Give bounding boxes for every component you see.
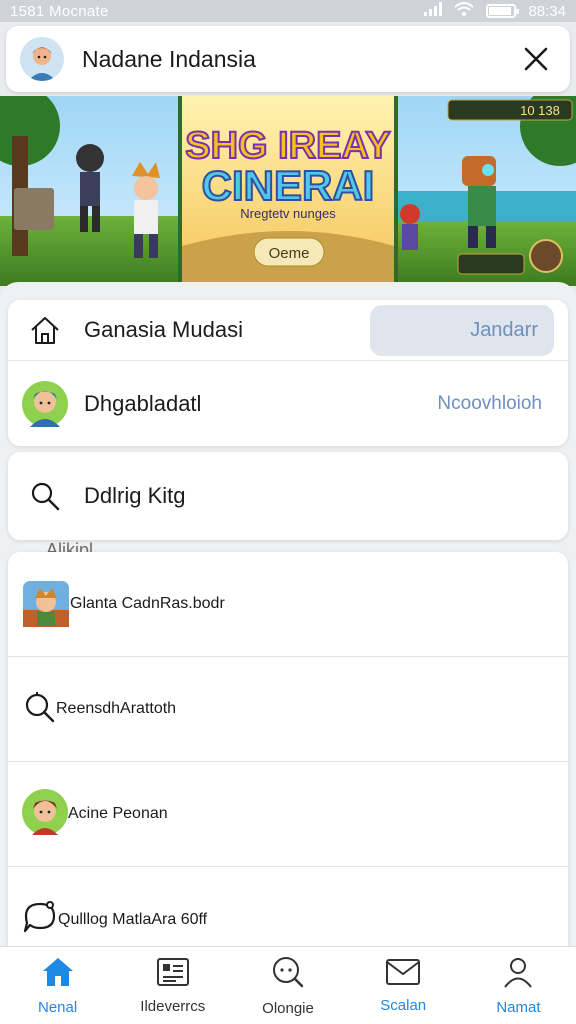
person-icon — [502, 956, 534, 993]
avatar-icon — [22, 380, 68, 427]
home-row-label: Ganasia Mudasi — [84, 317, 243, 342]
profile-row[interactable]: Dhgabladatl Ncoovhloioh — [8, 361, 568, 446]
profile-row-label: Dhgabladatl — [84, 390, 202, 416]
game-avatar-icon — [22, 580, 70, 628]
status-time: 1581 Mocnate — [10, 2, 109, 20]
banner-character-small — [400, 204, 420, 250]
list-item[interactable]: Reensdh Arattoth — [8, 657, 568, 762]
list-item-label: Reensdh — [56, 700, 121, 717]
list-item[interactable]: Glanta Cadn Ras.bodr — [8, 552, 568, 657]
list-item-label: Qulllog Matla — [58, 910, 152, 928]
hud-value: 10 138 — [520, 103, 560, 118]
list-item-meta: Ras.bodr — [159, 595, 225, 612]
user-avatar-icon[interactable] — [20, 37, 64, 81]
nav-profile[interactable]: Namat — [461, 947, 576, 1024]
chat-icon — [271, 955, 305, 994]
list-item-label: Glanta Cadn — [70, 595, 160, 612]
nav-chat[interactable]: Olongie — [230, 947, 345, 1024]
banner-badge-label: Oeme — [269, 245, 310, 262]
search-card[interactable]: Ddlrig Kitg — [8, 452, 568, 540]
nav-mail[interactable]: Scalan — [346, 947, 461, 1024]
bottom-nav: Nenal Ildeverrcs Olongie Scalan Namat — [0, 946, 576, 1024]
action-button-icon[interactable] — [529, 239, 563, 273]
list-item-meta: Ara 60ff — [151, 910, 208, 928]
chat-icon — [22, 899, 58, 940]
close-icon[interactable] — [516, 39, 556, 79]
nav-mail-label: Scalan — [380, 996, 427, 1014]
nav-chat-label: Olongie — [262, 999, 314, 1017]
recent-list: Glanta Cadn Ras.bodr Reensdh Arattoth Ac… — [8, 552, 568, 946]
banner-subtitle: Nregtetv nunges — [240, 206, 336, 221]
home-icon — [22, 307, 68, 353]
signal-icon — [424, 2, 443, 20]
person-avatar-icon — [22, 788, 68, 840]
list-item-meta: Arattoth — [120, 700, 177, 717]
top-bar: Nadane Indansia — [6, 26, 570, 92]
mail-icon — [385, 958, 421, 991]
list-icon — [156, 957, 190, 992]
nav-list[interactable]: Ildeverrcs — [115, 947, 230, 1024]
banner-title-line2: CINERAI — [202, 162, 375, 209]
status-bar: 1581 Mocnate 88:34 — [0, 0, 576, 22]
wifi-icon — [454, 2, 475, 20]
list-item[interactable]: Qulllog Matla Ara 60ff — [8, 867, 568, 946]
game-banner[interactable]: SHG IREAY CINERAI Nregtetv nunges Oeme 1… — [0, 96, 576, 286]
nav-list-label: Ildeverrcs — [140, 997, 206, 1015]
page-title: Nadane Indansia — [82, 45, 256, 72]
search-row-label: Ddlrig Kitg — [84, 483, 186, 508]
list-item-label: Acine Peonan — [68, 805, 168, 822]
status-clock: 88:34 — [528, 2, 566, 20]
profile-card: Ganasia Mudasi Jandarr Dhgabladatl Ncoov… — [8, 300, 568, 446]
nav-home[interactable]: Nenal — [0, 947, 115, 1024]
hud-panel — [457, 253, 525, 275]
home-icon — [41, 956, 75, 993]
banner-title-line1: SHG IREAY — [185, 125, 391, 167]
search-icon — [22, 690, 56, 729]
search-icon — [22, 473, 68, 519]
search-row[interactable]: Ddlrig Kitg — [8, 452, 568, 540]
battery-icon — [486, 4, 520, 18]
home-row[interactable]: Ganasia Mudasi Jandarr — [8, 300, 568, 360]
nav-home-label: Nenal — [38, 998, 78, 1016]
list-item[interactable]: Acine Peonan — [8, 762, 568, 867]
banner-badge[interactable]: Oeme — [253, 237, 325, 267]
nav-profile-label: Namat — [496, 998, 541, 1016]
home-row-chip[interactable]: Jandarr — [370, 304, 554, 356]
profile-row-meta: Ncoovhloioh — [437, 392, 542, 414]
